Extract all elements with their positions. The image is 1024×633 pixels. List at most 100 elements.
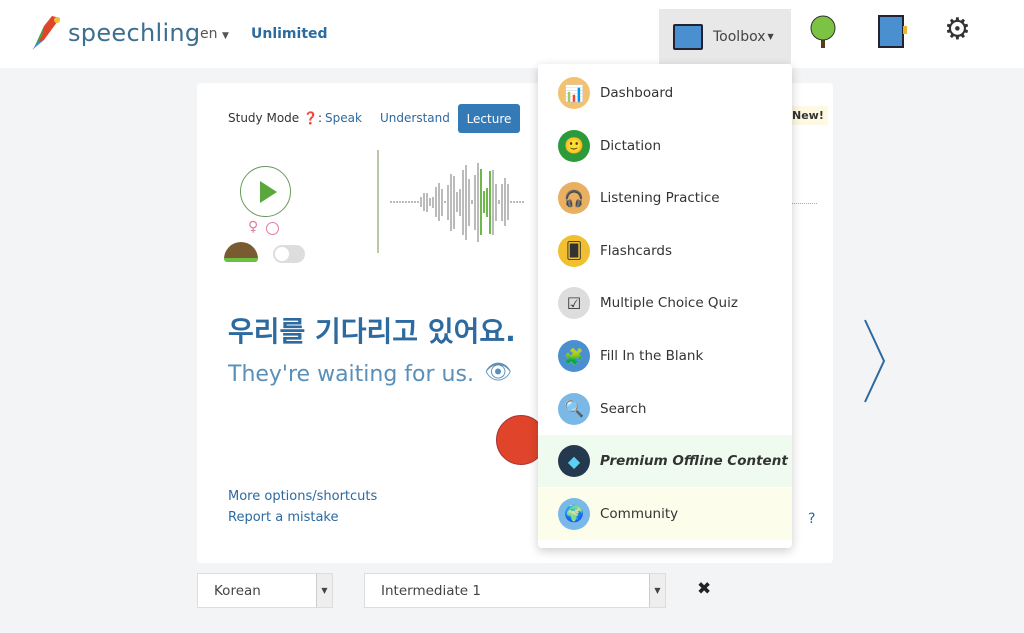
more-options-link[interactable]: More options/shortcuts (228, 489, 377, 504)
waveform-bar (465, 164, 467, 240)
menu-item-multiple-choice-quiz[interactable]: ☑ Multiple Choice Quiz (538, 277, 792, 329)
play-icon (260, 181, 277, 203)
waveform-bar (435, 187, 437, 217)
waveform-bar (474, 174, 476, 230)
waveform-bar (486, 187, 488, 217)
sentence-korean: 우리를 기다리고 있어요. (228, 315, 516, 348)
menu-item-label: Dashboard (600, 85, 674, 101)
language-select-value: Korean (214, 582, 261, 599)
tree-icon[interactable] (808, 14, 838, 50)
waveform-bar (450, 173, 452, 231)
brand-logo[interactable]: speechling (68, 19, 200, 47)
waveform-bar (468, 178, 470, 226)
waveform-bar (432, 196, 434, 208)
waveform-bar (393, 201, 395, 203)
help-circle-icon[interactable]: ❓ (303, 111, 318, 125)
menu-item-label: Community (600, 505, 679, 522)
waveform-bar (492, 169, 494, 235)
waveform-bar (495, 183, 497, 221)
plan-link[interactable]: Unlimited (251, 26, 328, 42)
study-mode-label: Study Mode ❓: (228, 111, 322, 125)
waveform-bar (423, 193, 425, 211)
audio-waveform[interactable] (390, 150, 530, 250)
waveform-bar (480, 169, 482, 235)
waveform-bar (402, 201, 404, 203)
slow-speed-toggle[interactable] (273, 245, 305, 263)
waveform-bar (405, 201, 407, 203)
voice-play-icon[interactable] (266, 222, 279, 235)
waveform-bar (510, 201, 512, 203)
waveform-bar (471, 200, 473, 204)
waveform-bar (516, 201, 518, 203)
waveform-bar (462, 169, 464, 235)
globe-icon: 🌍 (558, 497, 590, 530)
settings-gear-icon[interactable]: ⚙ (944, 12, 971, 47)
tab-lecture[interactable]: Lecture (458, 104, 520, 133)
female-voice-icon[interactable]: ♀ (248, 219, 258, 235)
menu-item-search[interactable]: 🔍 Search (538, 383, 792, 435)
waveform-bar (498, 200, 500, 204)
waveform-bar (519, 201, 521, 203)
report-mistake-link[interactable]: Report a mistake (228, 510, 339, 525)
menu-item-community[interactable]: 🌍 Community (538, 487, 792, 540)
level-select-value: Intermediate 1 (381, 582, 481, 599)
toolbox-button[interactable]: Toolbox ▼ (659, 9, 791, 64)
menu-item-label: Listening Practice (600, 190, 720, 207)
close-x-icon[interactable]: ✖ (697, 579, 711, 599)
menu-item-label: Fill In the Blank (600, 348, 704, 364)
play-button[interactable] (240, 166, 291, 217)
waveform-bar (408, 201, 410, 203)
caret-down-icon: ▼ (221, 31, 229, 41)
menu-item-flashcards[interactable]: 🂠 Flashcards (538, 225, 792, 277)
toolbox-icon (673, 23, 703, 50)
waveform-bar (456, 192, 458, 212)
waveform-bar (438, 183, 440, 221)
dashboard-icon: 📊 (558, 77, 590, 109)
waveform-bar (483, 191, 485, 213)
waveform-bar (507, 184, 509, 220)
waveform-cursor (377, 150, 379, 253)
diamond-icon: ◆ (558, 445, 590, 478)
new-badge: New! (788, 106, 828, 125)
caret-down-icon: ▼ (316, 574, 332, 607)
waveform-bar (477, 162, 479, 242)
menu-item-label: Search (600, 400, 647, 417)
waveform-bar (441, 188, 443, 216)
caret-down-icon: ▼ (767, 32, 774, 41)
language-label: en (200, 26, 218, 42)
search-icon: 🔍 (558, 392, 590, 425)
waveform-bar (444, 201, 446, 203)
toolbox-label: Toolbox (713, 28, 766, 45)
tab-speak[interactable]: Speak (325, 111, 362, 125)
help-link[interactable]: ? (808, 511, 815, 527)
language-select[interactable]: Korean ▼ (197, 573, 333, 608)
tab-understand[interactable]: Understand (380, 111, 450, 125)
waveform-bar (420, 197, 422, 207)
notebook-icon[interactable] (876, 14, 908, 50)
hide-translation-eye-icon[interactable]: 👁 (484, 360, 512, 385)
waveform-bar (501, 183, 503, 221)
waveform-bar (426, 192, 428, 212)
level-select[interactable]: Intermediate 1 ▼ (364, 573, 666, 608)
waveform-bar (411, 201, 413, 203)
next-chevron-icon[interactable] (862, 318, 888, 404)
toolbox-dropdown-menu: 📊 Dashboard 🙂 Dictation 🎧 Listening Practice 🂠… (538, 64, 792, 548)
waveform-bar (513, 201, 515, 203)
menu-item-label: Dictation (600, 137, 661, 154)
user-waveform (792, 196, 817, 204)
waveform-bar (489, 170, 491, 234)
menu-item-fill-in-the-blank[interactable]: 🧩 Fill In the Blank (538, 330, 792, 382)
waveform-bar (504, 178, 506, 226)
waveform-bar (396, 201, 398, 203)
menu-item-premium-offline-content[interactable]: ◆ Premium Offline Content (538, 435, 792, 488)
waveform-bar (399, 201, 401, 203)
menu-item-listening-practice[interactable]: 🎧 Listening Practice (538, 172, 792, 224)
menu-item-dashboard[interactable]: 📊 Dashboard (538, 67, 792, 119)
parrot-logo-icon[interactable] (30, 14, 66, 52)
menu-item-label: Premium Offline Content (600, 453, 788, 470)
waveform-bar (390, 201, 392, 203)
puzzle-icon: 🧩 (558, 340, 590, 372)
flashcards-icon: 🂠 (558, 234, 590, 267)
menu-item-dictation[interactable]: 🙂 Dictation (538, 120, 792, 172)
language-dropdown[interactable]: en ▼ (200, 26, 229, 42)
